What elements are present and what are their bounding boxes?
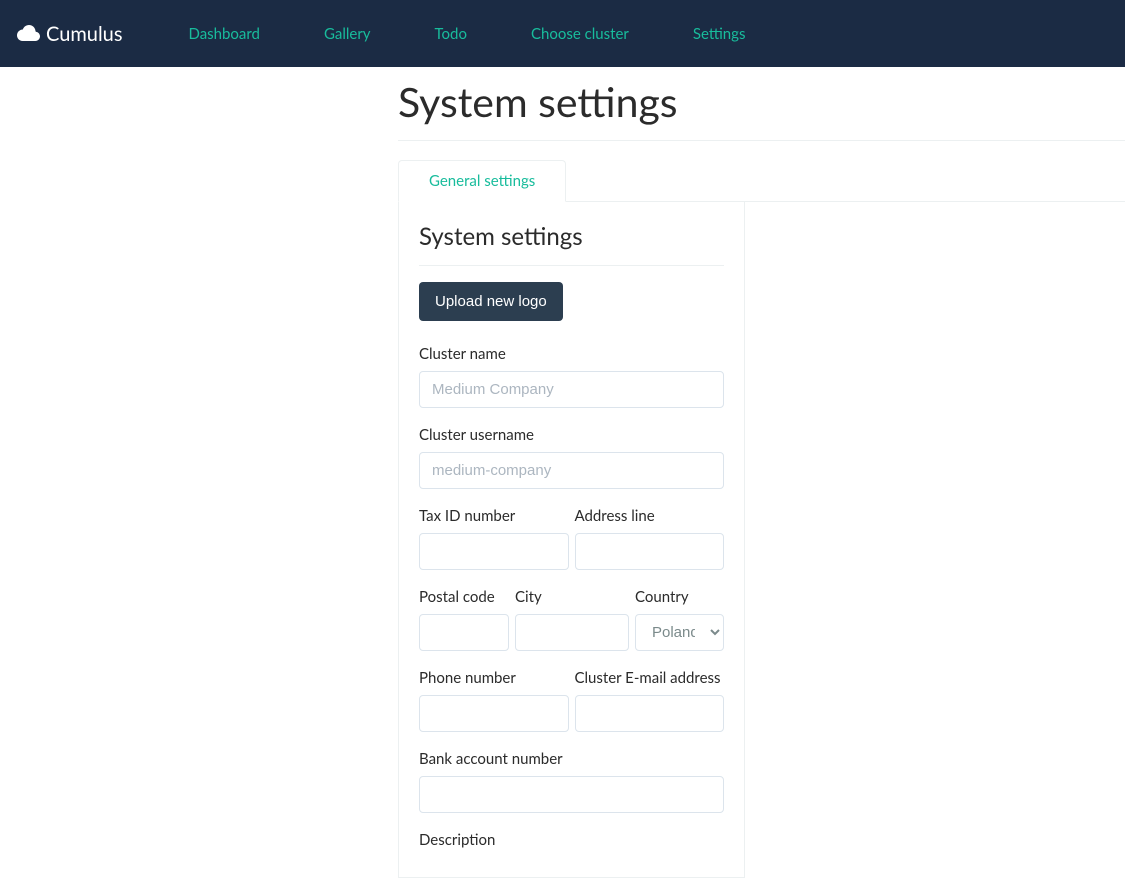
label-postal-code: Postal code — [419, 588, 509, 606]
panel-divider — [419, 265, 724, 266]
label-country: Country — [635, 588, 724, 606]
settings-panel: System settings Upload new logo Cluster … — [398, 202, 745, 878]
brand-name: Cumulus — [46, 22, 122, 46]
nav-todo[interactable]: Todo — [403, 15, 499, 53]
nav-choose-cluster[interactable]: Choose cluster — [499, 15, 661, 53]
tabs: General settings — [398, 159, 1125, 202]
label-email: Cluster E-mail address — [575, 669, 725, 687]
label-bank-account: Bank account number — [419, 750, 724, 768]
input-address-line[interactable] — [575, 533, 725, 570]
nav-links: Dashboard Gallery Todo Choose cluster Se… — [156, 15, 777, 53]
label-cluster-username: Cluster username — [419, 426, 724, 444]
input-cluster-name[interactable] — [419, 371, 724, 408]
brand[interactable]: Cumulus — [16, 22, 122, 46]
select-country[interactable]: Poland — [635, 614, 724, 651]
cloud-icon — [16, 22, 46, 46]
label-cluster-name: Cluster name — [419, 345, 724, 363]
field-description: Description — [419, 831, 724, 849]
input-phone[interactable] — [419, 695, 569, 732]
field-cluster-username: Cluster username — [419, 426, 724, 489]
nav-settings[interactable]: Settings — [661, 15, 778, 53]
label-city: City — [515, 588, 629, 606]
label-phone: Phone number — [419, 669, 569, 687]
page-title: System settings — [398, 77, 1125, 126]
label-tax-id: Tax ID number — [419, 507, 569, 525]
panel-title: System settings — [419, 222, 724, 251]
row-postal-city-country: Postal code City Country Poland — [419, 588, 724, 651]
field-bank-account: Bank account number — [419, 750, 724, 813]
row-phone-email: Phone number Cluster E-mail address — [419, 669, 724, 732]
input-postal-code[interactable] — [419, 614, 509, 651]
label-address-line: Address line — [575, 507, 725, 525]
row-tax-address: Tax ID number Address line — [419, 507, 724, 570]
upload-logo-button[interactable]: Upload new logo — [419, 282, 563, 321]
label-description: Description — [419, 831, 724, 849]
main-content: System settings General settings System … — [398, 67, 1125, 878]
input-tax-id[interactable] — [419, 533, 569, 570]
input-email[interactable] — [575, 695, 725, 732]
divider — [398, 140, 1125, 141]
input-cluster-username[interactable] — [419, 452, 724, 489]
tab-general-settings[interactable]: General settings — [398, 160, 566, 202]
field-cluster-name: Cluster name — [419, 345, 724, 408]
input-bank-account[interactable] — [419, 776, 724, 813]
input-city[interactable] — [515, 614, 629, 651]
nav-gallery[interactable]: Gallery — [292, 15, 403, 53]
navbar: Cumulus Dashboard Gallery Todo Choose cl… — [0, 0, 1125, 67]
nav-dashboard[interactable]: Dashboard — [156, 15, 291, 53]
